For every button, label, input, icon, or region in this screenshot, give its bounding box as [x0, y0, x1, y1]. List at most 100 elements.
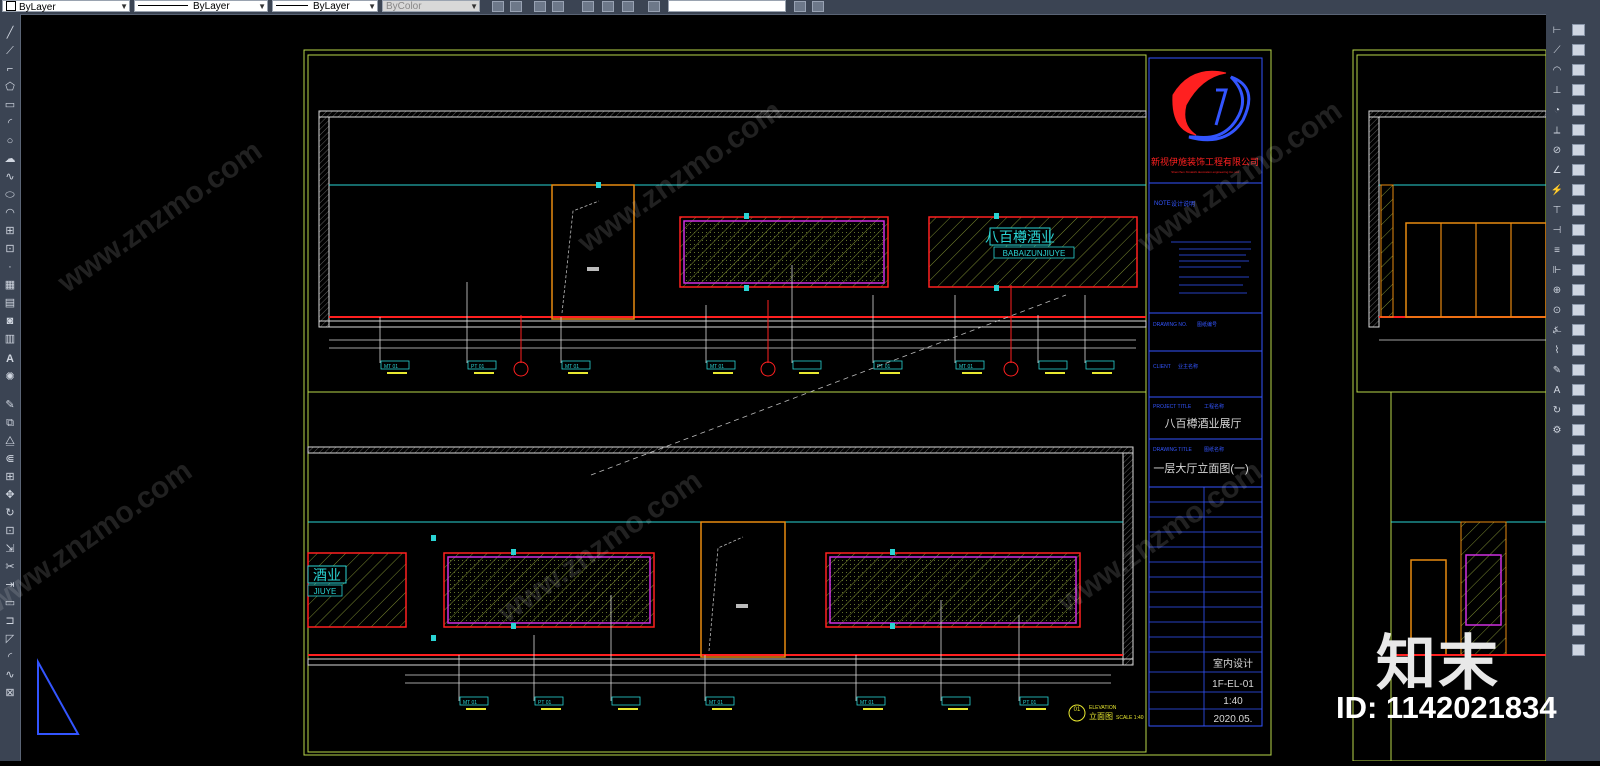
table-icon[interactable]: ▥ [3, 332, 17, 346]
ordinate-icon[interactable]: ⊥ [1550, 84, 1564, 98]
camera-icon[interactable] [1572, 204, 1585, 216]
chamfer-icon[interactable]: ◸ [3, 632, 17, 646]
block-icon[interactable] [622, 1, 634, 12]
spline-icon[interactable]: ∿ [3, 170, 17, 184]
blend-icon[interactable]: ∿ [3, 668, 17, 682]
trim-icon[interactable]: ✂ [3, 560, 17, 574]
layer-walk-icon[interactable] [1572, 644, 1585, 656]
linetype-dropdown[interactable]: ByLayer ▼ [134, 0, 268, 12]
inspect-icon[interactable]: ⍼ [1550, 324, 1564, 338]
continue-icon[interactable]: ⊣ [1550, 224, 1564, 238]
clip-icon[interactable] [1572, 344, 1585, 356]
copy-icon[interactable]: ⧉ [3, 416, 17, 430]
visual-style-icon[interactable] [1572, 264, 1585, 276]
insert-block-icon[interactable]: ⊞ [3, 224, 17, 238]
view-icon[interactable] [1572, 64, 1585, 76]
design-center-icon[interactable] [1572, 464, 1585, 476]
publish-icon[interactable] [1572, 504, 1585, 516]
make-block-icon[interactable]: ⊡ [3, 242, 17, 256]
zoom-icon[interactable] [552, 1, 564, 12]
isolate-icon[interactable] [1572, 604, 1585, 616]
quick-dim-icon[interactable]: ⚡ [1550, 184, 1564, 198]
baseline-icon[interactable]: ⊤ [1550, 204, 1564, 218]
render-icon[interactable] [1572, 84, 1585, 96]
fillet-icon[interactable]: ◜ [3, 650, 17, 664]
break-icon[interactable]: ▭ [3, 596, 17, 610]
quickcalc-icon[interactable] [1572, 484, 1585, 496]
dim-edit-icon[interactable]: ✎ [1550, 364, 1564, 378]
sheet-set-icon[interactable] [1572, 424, 1585, 436]
join-icon[interactable]: ⊐ [3, 614, 17, 628]
line-icon[interactable]: ╱ [3, 26, 17, 40]
attach-icon[interactable] [1572, 324, 1585, 336]
array-icon[interactable]: ⊞ [3, 470, 17, 484]
rotate-icon[interactable]: ↻ [3, 506, 17, 520]
drawing-canvas[interactable]: 八百樽酒业 BABAIZUNJIUYE MT 01 PT 01 MT 01 MT… [21, 15, 1547, 762]
ucs-icon[interactable] [1572, 44, 1585, 56]
rectangle-icon[interactable]: ▭ [3, 98, 17, 112]
scale-icon[interactable]: ⊡ [3, 524, 17, 538]
mirror-icon[interactable]: ⧋ [3, 434, 17, 448]
light-icon[interactable] [1572, 164, 1585, 176]
mtext-icon[interactable]: A [3, 352, 17, 366]
polygon-icon[interactable]: ⬠ [3, 80, 17, 94]
arc-length-icon[interactable]: ◠ [1550, 64, 1564, 78]
tolerance-icon[interactable]: ⊕ [1550, 284, 1564, 298]
properties-icon[interactable] [534, 1, 546, 12]
aligned-dim-icon[interactable]: ⟋ [1550, 44, 1564, 58]
lineweight-dropdown[interactable]: ByLayer ▼ [272, 0, 378, 12]
image-icon[interactable] [1572, 304, 1585, 316]
space-icon[interactable]: ≡ [1550, 244, 1564, 258]
layer-panel-icon[interactable] [1572, 24, 1585, 36]
ellipse-icon[interactable]: ⬭ [3, 188, 17, 202]
lock-icon[interactable] [1572, 564, 1585, 576]
xref-icon[interactable] [1572, 284, 1585, 296]
construction-line-icon[interactable]: ⟋ [3, 44, 17, 58]
grid-icon[interactable] [582, 1, 594, 12]
unisolate-icon[interactable] [1572, 624, 1585, 636]
erase-icon[interactable]: ✎ [3, 398, 17, 412]
stretch-icon[interactable]: ⇲ [3, 542, 17, 556]
linear-dim-icon[interactable]: ⊢ [1550, 24, 1564, 38]
command-input[interactable] [668, 0, 786, 12]
ellipse-arc-icon[interactable]: ◠ [3, 206, 17, 220]
field-icon[interactable] [1572, 364, 1585, 376]
angular-icon[interactable]: ∠ [1550, 164, 1564, 178]
print-icon[interactable] [510, 1, 522, 12]
surface-icon[interactable] [1572, 124, 1585, 136]
revcloud-icon[interactable]: ☁ [3, 152, 17, 166]
center-mark-icon[interactable]: ⊙ [1550, 304, 1564, 318]
orbit-icon[interactable] [1572, 244, 1585, 256]
jogged-icon[interactable]: ⟂ [1550, 124, 1564, 138]
region-icon[interactable]: ◙ [3, 314, 17, 328]
arc-icon[interactable]: ◜ [3, 116, 17, 130]
markup-icon[interactable] [1572, 404, 1585, 416]
jog-line-icon[interactable]: ⌇ [1550, 344, 1564, 358]
table-icon[interactable] [602, 1, 614, 12]
window-icon[interactable] [794, 1, 806, 12]
etransmit-icon[interactable] [1572, 544, 1585, 556]
move-icon[interactable]: ✥ [3, 488, 17, 502]
tool-palette-icon[interactable] [1572, 444, 1585, 456]
dim-update-icon[interactable]: ↻ [1550, 404, 1564, 418]
close-window-icon[interactable] [812, 1, 824, 12]
dim-style-icon[interactable]: ⚙ [1550, 424, 1564, 438]
color-dropdown[interactable]: ByLayer ▼ [2, 0, 130, 13]
explode-icon[interactable]: ⊠ [3, 686, 17, 700]
offset-icon[interactable]: ⋐ [3, 452, 17, 466]
plotstyle-dropdown[interactable]: ByColor ▼ [382, 0, 480, 12]
break-dim-icon[interactable]: ⊩ [1550, 264, 1564, 278]
circle-icon[interactable]: ○ [3, 134, 17, 148]
point-icon[interactable]: · [3, 260, 17, 274]
solid-icon[interactable] [1572, 104, 1585, 116]
add-selected-icon[interactable]: ✺ [3, 370, 17, 384]
mesh-icon[interactable] [1572, 144, 1585, 156]
match-icon[interactable] [648, 1, 660, 12]
gradient-icon[interactable]: ▤ [3, 296, 17, 310]
freeze-icon[interactable] [1572, 584, 1585, 596]
hatch-icon[interactable]: ▦ [3, 278, 17, 292]
material-icon[interactable] [1572, 184, 1585, 196]
plot-icon[interactable] [1572, 524, 1585, 536]
dim-text-edit-icon[interactable]: A [1550, 384, 1564, 398]
layer-icon[interactable] [492, 1, 504, 12]
